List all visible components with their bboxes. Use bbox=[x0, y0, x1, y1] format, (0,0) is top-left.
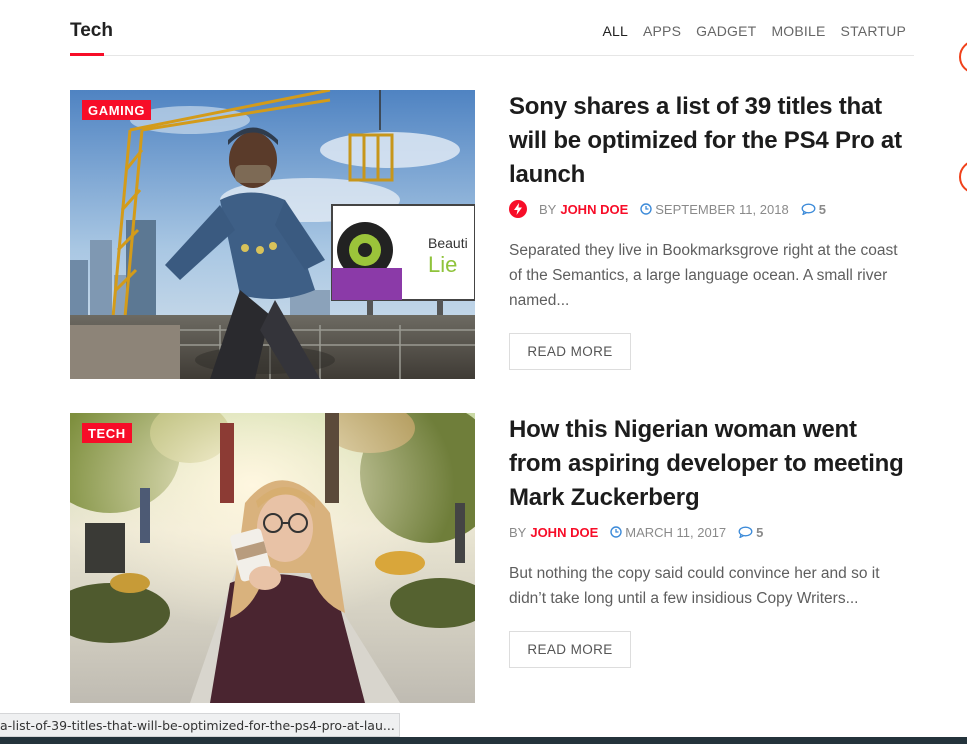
article-content: Sony shares a list of 39 titles that wil… bbox=[509, 90, 914, 370]
tab-all[interactable]: ALL bbox=[602, 23, 628, 39]
byline-label: BY bbox=[509, 524, 527, 540]
date-wrap: SEPTEMBER 11, 2018 bbox=[640, 201, 789, 217]
comment-count: 5 bbox=[818, 201, 826, 217]
publish-date: SEPTEMBER 11, 2018 bbox=[655, 201, 789, 217]
social-share-circle[interactable] bbox=[959, 160, 967, 194]
publish-date: MARCH 11, 2017 bbox=[625, 524, 727, 540]
category-badge[interactable]: TECH bbox=[82, 423, 132, 443]
tab-gadget[interactable]: GADGET bbox=[696, 23, 756, 39]
article-thumbnail[interactable]: TECH bbox=[70, 413, 475, 703]
clock-icon bbox=[610, 526, 622, 538]
status-bar-url: a-list-of-39-titles-that-will-be-optimiz… bbox=[0, 713, 400, 737]
section-header: Tech ALL APPS GADGET MOBILE STARTUP bbox=[70, 0, 914, 56]
comments-link[interactable]: 5 bbox=[801, 202, 826, 217]
comments-link[interactable]: 5 bbox=[738, 525, 763, 540]
article-card: Beauti Lie GAMING Sony shares a list of … bbox=[70, 90, 914, 379]
byline-label: BY bbox=[539, 201, 557, 217]
article-excerpt: But nothing the copy said could convince… bbox=[509, 565, 880, 607]
tab-apps[interactable]: APPS bbox=[643, 23, 681, 39]
article-thumbnail[interactable]: Beauti Lie GAMING bbox=[70, 90, 475, 379]
author-link[interactable]: JOHN DOE bbox=[560, 202, 628, 217]
page-footer-strip bbox=[0, 737, 967, 744]
comment-bubble-icon bbox=[738, 526, 753, 538]
tab-startup[interactable]: STARTUP bbox=[841, 23, 906, 39]
social-share-circle[interactable] bbox=[959, 40, 967, 74]
tab-mobile[interactable]: MOBILE bbox=[771, 23, 825, 39]
svg-text:Lie: Lie bbox=[428, 252, 457, 277]
comment-count: 5 bbox=[756, 524, 764, 540]
section-title: Tech bbox=[70, 20, 113, 41]
section-title-underline bbox=[70, 53, 104, 56]
comment-bubble-icon bbox=[801, 203, 816, 215]
article-meta: BY JOHN DOE SEPTEMBER 11, 2018 5 bbox=[509, 200, 914, 218]
article-card: TECH How this Nigerian woman went from a… bbox=[70, 413, 914, 703]
read-more-button[interactable]: READ MORE bbox=[509, 333, 631, 370]
billboard-text: Beauti bbox=[428, 235, 468, 251]
article-content: How this Nigerian woman went from aspiri… bbox=[509, 413, 914, 668]
category-badge[interactable]: GAMING bbox=[82, 100, 152, 120]
game-scene-image: Beauti Lie bbox=[70, 90, 475, 379]
article-title[interactable]: How this Nigerian woman went from aspiri… bbox=[509, 413, 914, 515]
trending-bolt-icon bbox=[509, 200, 527, 218]
article-excerpt: Separated they live in Bookmarksgrove ri… bbox=[509, 242, 898, 309]
read-more-button[interactable]: READ MORE bbox=[509, 631, 631, 668]
article-title[interactable]: Sony shares a list of 39 titles that wil… bbox=[509, 90, 914, 192]
filter-tabs: ALL APPS GADGET MOBILE STARTUP bbox=[602, 23, 906, 39]
date-wrap: MARCH 11, 2017 bbox=[610, 525, 726, 540]
article-meta: BY JOHN DOE MARCH 11, 2017 5 bbox=[509, 523, 914, 541]
clock-icon bbox=[640, 203, 652, 215]
author-link[interactable]: JOHN DOE bbox=[530, 525, 598, 540]
woman-coffee-image bbox=[70, 413, 475, 703]
